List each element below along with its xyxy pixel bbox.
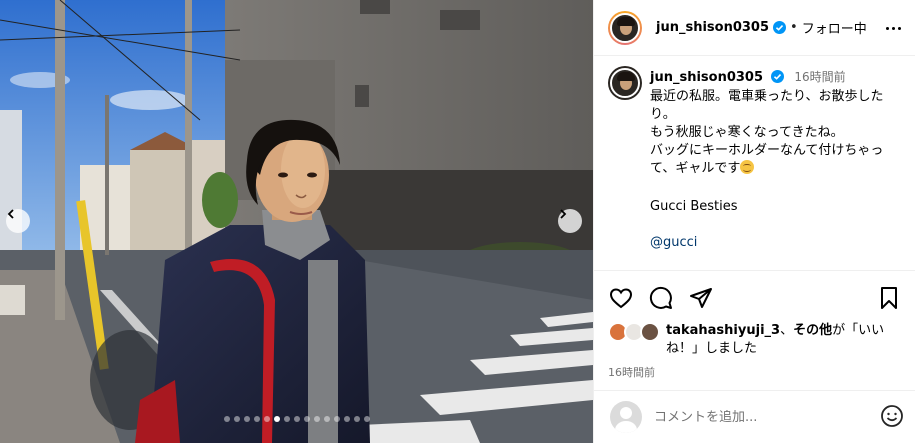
author-username[interactable]: jun_shison0305 <box>656 20 769 35</box>
caption-timestamp[interactable]: 16時間前 <box>794 70 845 84</box>
chevron-left-icon <box>7 209 14 219</box>
carousel-dot <box>283 416 290 422</box>
carousel-dot <box>273 416 280 422</box>
liker-username[interactable]: takahashiyuji_3 <box>666 323 780 338</box>
heart-icon <box>609 288 633 309</box>
carousel-dot <box>333 416 340 422</box>
post-photo[interactable] <box>0 0 593 443</box>
previous-slide-button[interactable] <box>6 209 30 233</box>
more-options-icon[interactable] <box>883 18 903 38</box>
carousel-dot <box>243 416 250 422</box>
caption-text: 最近の私服。電車乗ったり、お散歩したり。 もう秋服じゃ寒くなってきたね。 バッグ… <box>650 88 908 178</box>
grinning-face-with-sweat-icon <box>740 160 755 174</box>
bookmark-icon <box>881 287 897 309</box>
carousel-dot <box>233 416 240 422</box>
street-photo <box>0 0 593 443</box>
verified-badge-icon <box>773 21 787 34</box>
liker-avatars[interactable] <box>608 322 660 342</box>
share-icon <box>690 288 712 308</box>
caption-username[interactable]: jun_shison0305 <box>650 70 763 85</box>
carousel-dot <box>303 416 310 422</box>
share-button[interactable] <box>688 285 714 311</box>
likes-summary: takahashiyuji_3、その他が「いいね！」しました <box>608 322 902 358</box>
caption-mention-link[interactable]: @gucci <box>650 234 908 252</box>
carousel-dot <box>313 416 320 422</box>
carousel-indicators <box>0 416 593 424</box>
caption-brand-line: Gucci Besties <box>650 199 738 214</box>
carousel-dot <box>343 416 350 422</box>
carousel-dot <box>363 416 370 422</box>
current-user-avatar <box>610 401 642 433</box>
carousel-dot <box>293 416 300 422</box>
verified-badge-icon <box>771 70 785 83</box>
chevron-right-icon <box>560 209 567 219</box>
like-button[interactable] <box>608 285 634 311</box>
post-header: jun_shison0305 • フォロー中 <box>594 0 915 56</box>
carousel-dot <box>223 416 230 422</box>
post-caption: jun_shison0305 16時間前 最近の私服。電車乗ったり、お散歩したり… <box>608 66 908 266</box>
comment-button[interactable] <box>648 285 674 311</box>
carousel-dot <box>353 416 360 422</box>
caption-text-body: 最近の私服。電車乗ったり、お散歩したり。 もう秋服じゃ寒くなってきたね。 バッグ… <box>650 89 884 176</box>
likes-others-link[interactable]: その他 <box>793 323 832 338</box>
author-avatar[interactable] <box>608 10 642 45</box>
post-side-panel: jun_shison0305 • フォロー中 jun_shison0305 16… <box>593 0 915 443</box>
carousel-dot <box>263 416 270 422</box>
next-slide-button[interactable] <box>558 209 582 233</box>
following-button[interactable]: フォロー中 <box>802 18 867 37</box>
save-button[interactable] <box>876 285 902 311</box>
emoji-picker-icon[interactable] <box>880 404 904 428</box>
caption-author-avatar[interactable] <box>608 66 642 100</box>
carousel-dot <box>323 416 330 422</box>
carousel-dot <box>253 416 260 422</box>
post-timestamp[interactable]: 16時間前 <box>608 364 902 380</box>
header-separator: • <box>790 20 798 35</box>
comment-composer <box>594 390 915 443</box>
likes-joiner: 、 <box>780 323 794 338</box>
comment-input[interactable] <box>654 409 874 425</box>
comment-icon <box>649 286 672 309</box>
likes-text: takahashiyuji_3、その他が「いいね！」しました <box>666 322 902 358</box>
